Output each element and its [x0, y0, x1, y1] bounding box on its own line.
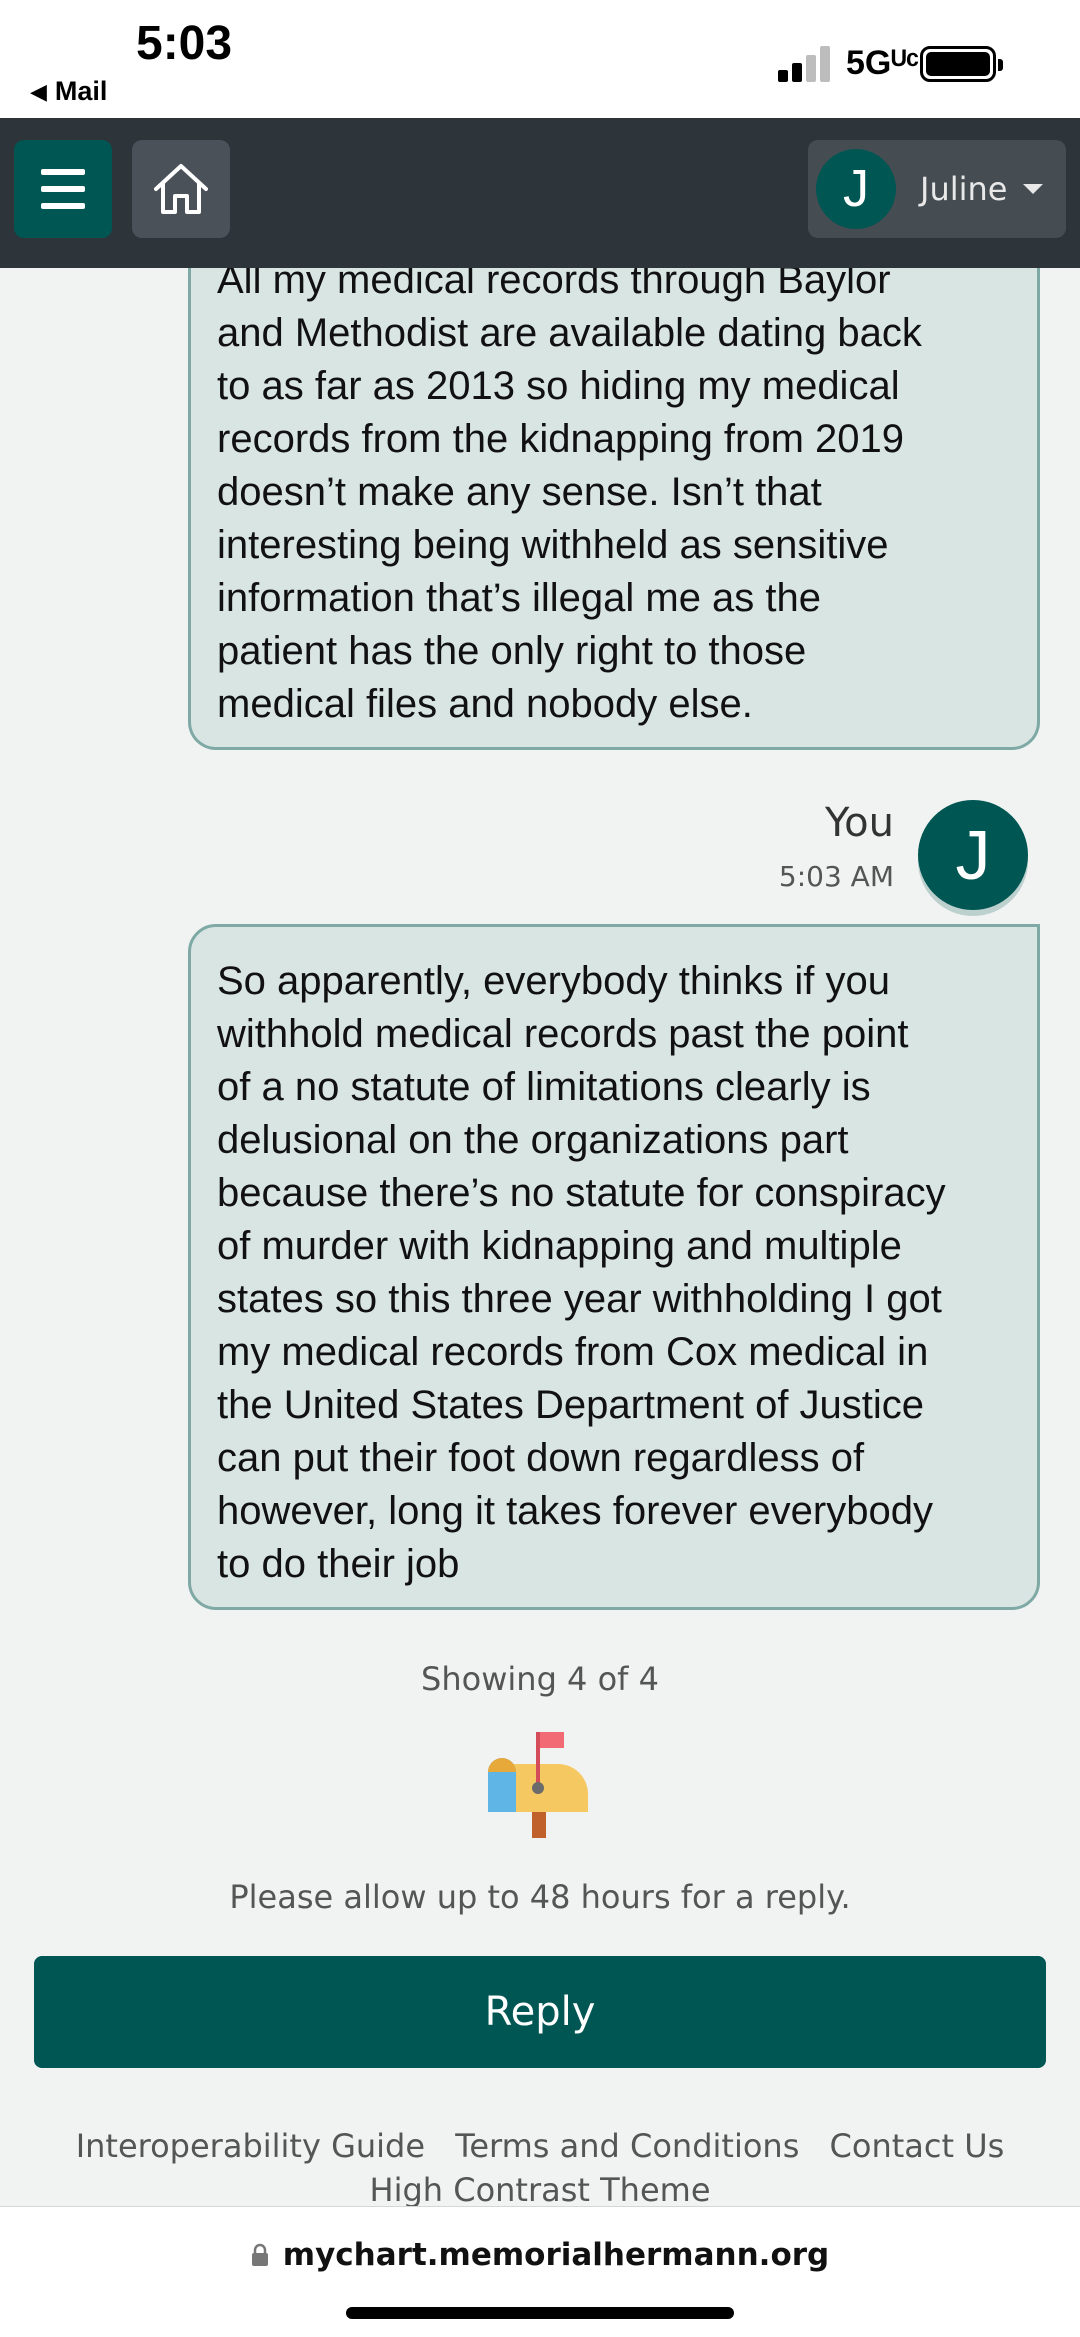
browser-url-bar: mychart.memorialhermann.org [0, 2206, 1080, 2337]
footer-link-contact[interactable]: Contact Us [830, 2127, 1005, 2165]
back-label: Mail [54, 76, 108, 106]
showing-count: Showing 4 of 4 [421, 1660, 659, 1698]
avatar: J [816, 149, 896, 229]
status-bar: 5:03 ◀ Mail 5Gᵁᶜ [0, 0, 1080, 118]
footer-link-high-contrast[interactable]: High Contrast Theme [370, 2171, 711, 2209]
mailbox-icon [488, 1732, 588, 1838]
network-label: 5Gᵁᶜ [846, 44, 920, 82]
hamburger-icon [41, 169, 85, 175]
lock-icon [251, 2243, 268, 2266]
message-timestamp: 5:03 AM [778, 860, 894, 893]
app-header: J Juline [0, 118, 1080, 268]
back-triangle-icon: ◀ [30, 78, 47, 104]
footer-link-terms[interactable]: Terms and Conditions [455, 2127, 799, 2165]
message-meta: You 5:03 AM [779, 800, 894, 893]
home-button[interactable] [132, 140, 230, 238]
message-text: All my medical records through Baylor an… [217, 258, 922, 726]
back-to-mail-link[interactable]: ◀ Mail [30, 76, 107, 107]
battery-icon [920, 46, 1003, 82]
user-name: Juline [920, 170, 1008, 208]
footer-link-interoperability[interactable]: Interoperability Guide [76, 2127, 425, 2165]
sender-name: You [825, 800, 894, 846]
user-menu-button[interactable]: J Juline [808, 140, 1066, 238]
message-bubble: All my medical records through Baylor an… [188, 230, 1040, 750]
reply-note: Please allow up to 48 hours for a reply. [229, 1878, 851, 1916]
sender-avatar: J [918, 800, 1028, 910]
signal-icon [778, 46, 834, 82]
footer-links: Interoperability Guide Terms and Conditi… [0, 2124, 1080, 2212]
url-field[interactable]: mychart.memorialhermann.org [0, 2237, 1080, 2273]
message-text: So apparently, everybody thinks if you w… [217, 959, 946, 1586]
chevron-down-icon [1023, 184, 1044, 194]
reply-button[interactable]: Reply [34, 1956, 1046, 2068]
home-indicator[interactable] [346, 2307, 734, 2319]
home-icon [154, 164, 208, 214]
url-text: mychart.memorialhermann.org [282, 2237, 830, 2273]
status-time: 5:03 [136, 17, 233, 70]
menu-button[interactable] [14, 140, 112, 238]
message-bubble: So apparently, everybody thinks if you w… [188, 924, 1040, 1610]
